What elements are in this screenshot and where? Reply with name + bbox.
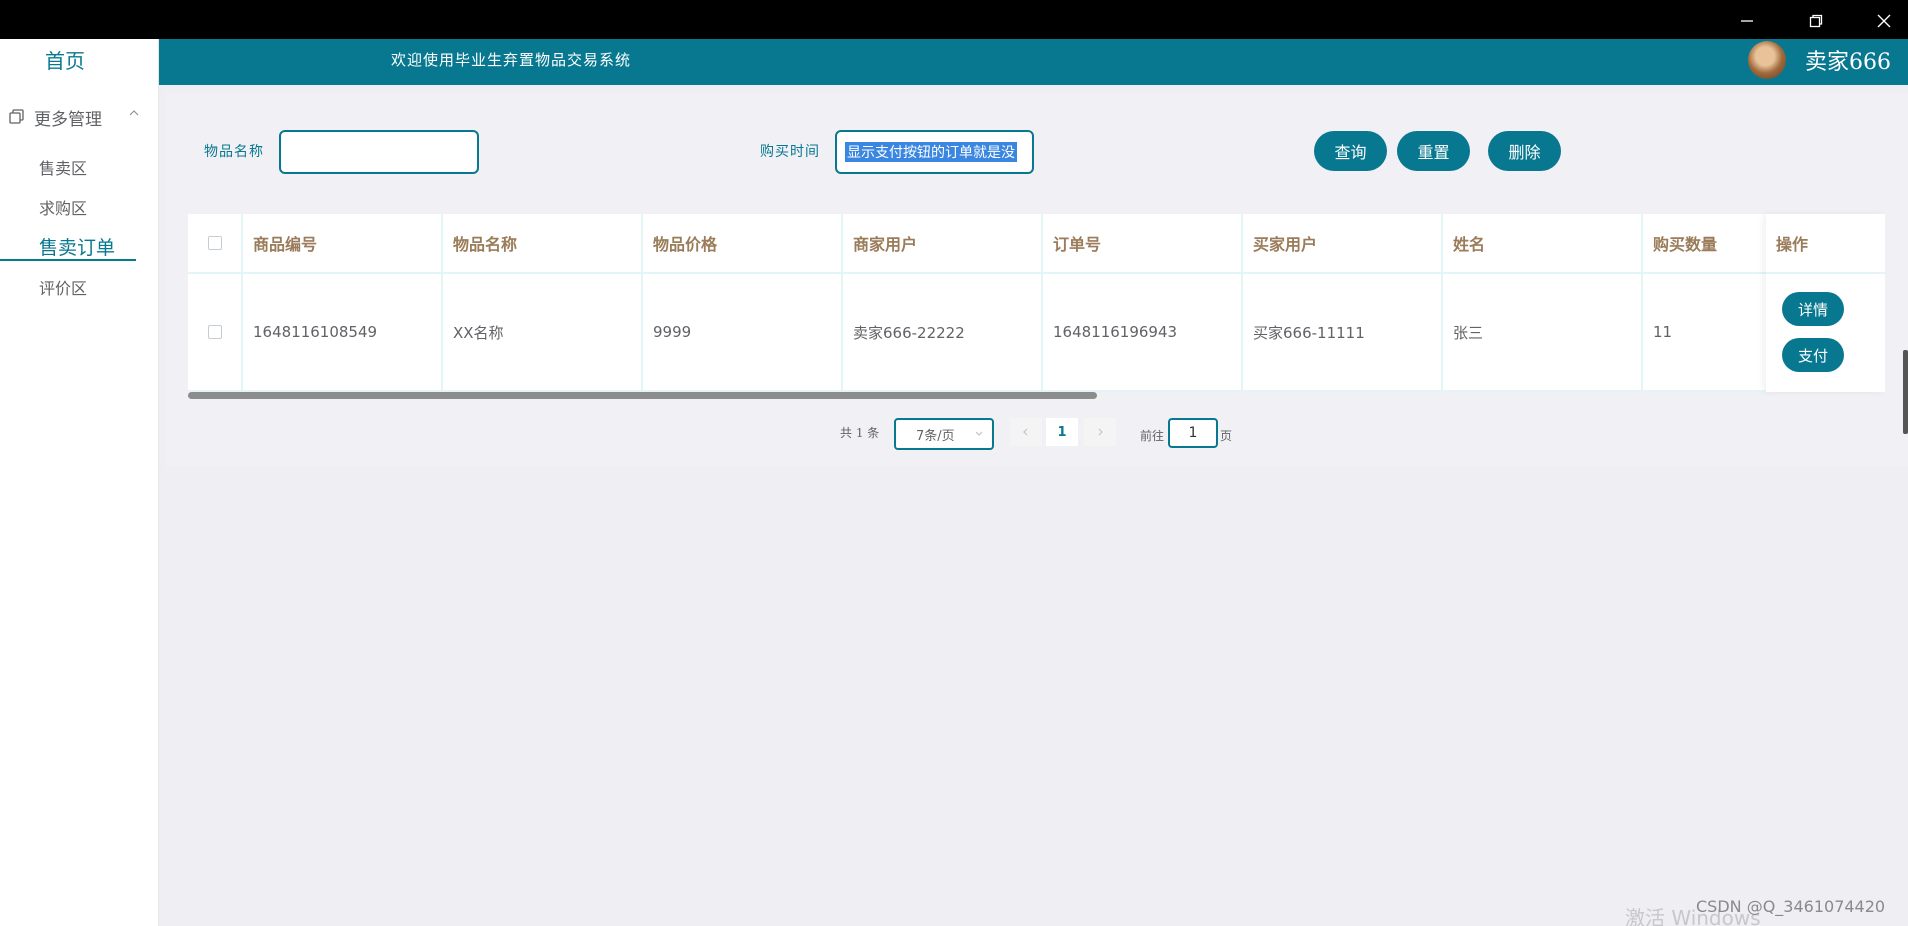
page-size-value: 7条/页 — [916, 428, 955, 444]
item-name-input[interactable] — [279, 130, 479, 174]
row-checkbox[interactable] — [207, 325, 222, 339]
row-select-cell — [188, 274, 243, 392]
column-header[interactable]: 商家用户 — [843, 214, 1043, 274]
item-name-label: 物品名称 — [204, 144, 264, 160]
goto-label: 前往 — [1140, 429, 1165, 443]
operations-column: 操作 详情 支付 — [1766, 214, 1885, 392]
chevron-left-icon — [1023, 428, 1028, 436]
cell-price: 9999 — [643, 274, 843, 392]
next-page-button[interactable] — [1084, 418, 1116, 446]
system-title: 欢迎使用毕业生弃置物品交易系统 — [391, 51, 632, 69]
column-header[interactable]: 物品名称 — [443, 214, 643, 274]
chevron-up-icon — [129, 110, 139, 116]
window-title-bar — [0, 0, 1908, 39]
close-icon[interactable] — [1869, 8, 1899, 34]
select-all-cell — [188, 214, 243, 274]
sidebar: 首页 更多管理 售卖区 求购区 售卖订单 评价区 — [0, 39, 159, 926]
cell-product-id: 1648116108549 — [243, 274, 443, 392]
copy-icon — [9, 109, 24, 124]
details-button[interactable]: 详情 — [1782, 292, 1844, 326]
column-header[interactable]: 订单号 — [1043, 214, 1243, 274]
prev-page-button[interactable] — [1010, 418, 1042, 446]
minimize-icon[interactable] — [1732, 8, 1762, 34]
column-header: 操作 — [1766, 214, 1885, 274]
cell-merchant: 卖家666-22222 — [843, 274, 1043, 392]
chevron-down-icon — [975, 431, 983, 436]
page-suffix: 页 — [1220, 429, 1233, 443]
horizontal-scrollbar[interactable] — [188, 392, 1097, 399]
active-indicator — [0, 259, 136, 261]
sidebar-item-sale-orders[interactable]: 售卖订单 — [39, 233, 115, 260]
purchase-time-input[interactable]: 显示支付按钮的订单就是没 — [835, 130, 1034, 174]
page-size-select[interactable]: 7条/页 — [894, 418, 994, 450]
vertical-scrollbar[interactable] — [1903, 350, 1908, 434]
sidebar-item-purchase-area[interactable]: 求购区 — [39, 195, 87, 219]
pagination-total: 共 1 条 — [840, 426, 880, 440]
pay-button[interactable]: 支付 — [1782, 338, 1844, 372]
top-header: 欢迎使用毕业生弃置物品交易系统 卖家666 — [159, 39, 1908, 85]
column-header[interactable]: 姓名 — [1443, 214, 1643, 274]
goto-page-input[interactable]: 1 — [1168, 418, 1218, 448]
sidebar-group-more-management[interactable]: 更多管理 — [8, 103, 148, 131]
cell-buyer-name: 张三 — [1443, 274, 1643, 392]
sidebar-item-review-area[interactable]: 评价区 — [39, 275, 87, 299]
orders-table: 商品编号 物品名称 物品价格 商家用户 订单号 买家用户 姓名 购买数量 164… — [188, 214, 1885, 392]
select-all-checkbox[interactable] — [207, 236, 222, 250]
cell-item-name: XX名称 — [443, 274, 643, 392]
reset-button[interactable]: 重置 — [1397, 131, 1470, 171]
page-number-1[interactable]: 1 — [1046, 418, 1078, 446]
column-header[interactable]: 买家用户 — [1243, 214, 1443, 274]
delete-button[interactable]: 删除 — [1488, 131, 1561, 171]
column-header[interactable]: 物品价格 — [643, 214, 843, 274]
query-button[interactable]: 查询 — [1314, 131, 1387, 171]
sidebar-home-link[interactable]: 首页 — [0, 45, 130, 74]
csdn-watermark: CSDN @Q_3461074420 — [1696, 897, 1886, 916]
restore-icon[interactable] — [1801, 8, 1831, 34]
purchase-time-value: 显示支付按钮的订单就是没 — [845, 142, 1017, 162]
column-header[interactable]: 商品编号 — [243, 214, 443, 274]
sidebar-item-sale-area[interactable]: 售卖区 — [39, 155, 87, 179]
username[interactable]: 卖家666 — [1805, 44, 1891, 76]
avatar[interactable] — [1748, 41, 1786, 79]
cell-buyer: 买家666-11111 — [1243, 274, 1443, 392]
sidebar-group-label: 更多管理 — [34, 109, 102, 130]
cell-order-no: 1648116196943 — [1043, 274, 1243, 392]
purchase-time-label: 购买时间 — [760, 144, 820, 160]
chevron-right-icon — [1098, 428, 1103, 436]
